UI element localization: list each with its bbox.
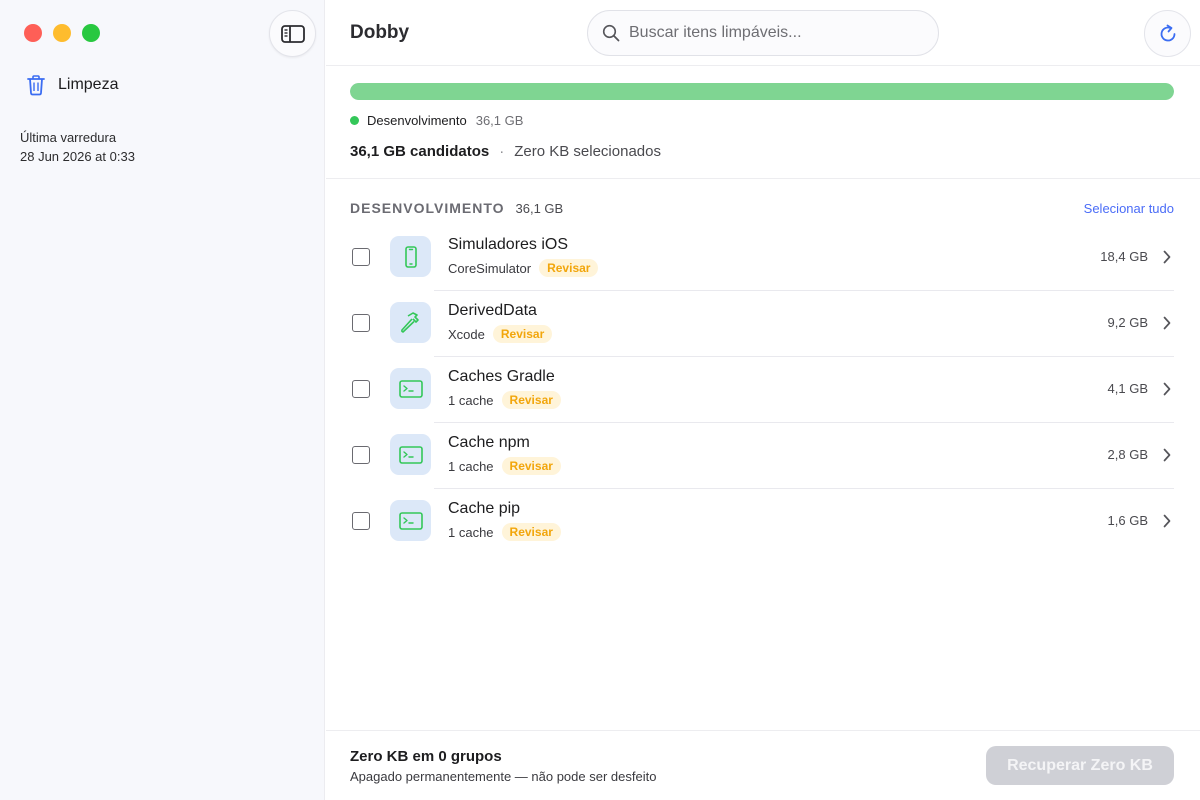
footer-bar: Zero KB em 0 grupos Apagado permanenteme… (326, 730, 1200, 800)
app-window: Limpeza Última varredura 28 Jun 2026 at … (0, 0, 1200, 800)
item-name: Cache pip (448, 500, 521, 517)
item-icon-box (390, 434, 431, 475)
totals: 36,1 GB candidatos · Zero KB selecionado… (350, 143, 1174, 160)
list-item-caches-gradle[interactable]: Caches Gradle 1 cache Revisar 4,1 GB (350, 356, 1174, 422)
review-badge: Revisar (501, 391, 561, 409)
chevron-right-icon[interactable] (1162, 315, 1172, 331)
recover-button[interactable]: Recuperar Zero KB (986, 746, 1174, 785)
item-name: Simuladores iOS (448, 236, 569, 253)
storage-summary: Desenvolvimento 36,1 GB 36,1 GB candidat… (350, 83, 1174, 160)
item-subtitle: 1 cache (448, 524, 494, 540)
permanent-delete-warning: Apagado permanentemente — não pode ser d… (350, 769, 657, 784)
sidebar-toggle-button[interactable] (269, 10, 316, 57)
terminal-icon (398, 379, 423, 398)
search-bar[interactable] (587, 10, 939, 56)
legend-dot (350, 116, 359, 125)
last-scan-value: 28 Jun 2026 at 0:33 (20, 149, 135, 164)
item-checkbox[interactable] (352, 512, 370, 530)
refresh-button[interactable] (1144, 10, 1191, 57)
item-meta: CoreSimulator Revisar (448, 259, 599, 277)
page-title: Dobby (350, 22, 410, 43)
review-badge: Revisar (539, 259, 599, 277)
section-size: 36,1 GB (515, 200, 564, 216)
sidebar: Limpeza Última varredura 28 Jun 2026 at … (0, 0, 325, 800)
review-badge: Revisar (501, 523, 561, 541)
refresh-icon (1160, 24, 1175, 41)
storage-progress-bar (350, 83, 1174, 100)
item-name: DerivedData (448, 302, 537, 319)
item-name: Cache npm (448, 434, 530, 451)
list-item-deriveddata[interactable]: DerivedData Xcode Revisar 9,2 GB (350, 290, 1174, 356)
item-size: 4,1 GB (1107, 381, 1148, 396)
legend-label: Desenvolvimento (367, 113, 467, 128)
item-name: Caches Gradle (448, 368, 555, 385)
last-scan-info: Última varredura 28 Jun 2026 at 0:33 (20, 128, 135, 166)
toolbar: Dobby (326, 0, 1200, 66)
hammer-icon (400, 311, 419, 333)
list-item-simuladores-ios[interactable]: Simuladores iOS CoreSimulator Revisar 18… (350, 224, 1174, 290)
selection-summary: Zero KB em 0 grupos (350, 748, 502, 765)
progress-fill-desenvolvimento (350, 83, 1174, 100)
sidebar-item-label: Limpeza (58, 76, 119, 93)
item-subtitle: Xcode (448, 326, 485, 342)
sidebar-icon (280, 24, 305, 43)
chevron-right-icon[interactable] (1162, 513, 1172, 529)
item-size: 1,6 GB (1107, 513, 1148, 528)
item-size: 18,4 GB (1100, 249, 1148, 264)
sidebar-item-limpeza[interactable]: Limpeza (26, 74, 118, 96)
item-icon-box (390, 500, 431, 541)
select-all-link[interactable]: Selecionar tudo (1084, 201, 1174, 216)
list-item-cache-npm[interactable]: Cache npm 1 cache Revisar 2,8 GB (350, 422, 1174, 488)
item-checkbox[interactable] (352, 314, 370, 332)
legend: Desenvolvimento 36,1 GB (350, 113, 1174, 128)
review-badge: Revisar (492, 325, 553, 343)
close-window-button[interactable] (24, 24, 42, 42)
item-subtitle: 1 cache (448, 392, 494, 408)
terminal-icon (398, 511, 423, 530)
minimize-window-button[interactable] (53, 24, 71, 42)
search-icon (602, 24, 620, 42)
last-scan-label: Última varredura (20, 130, 117, 145)
item-checkbox[interactable] (352, 248, 370, 266)
zoom-window-button[interactable] (82, 24, 100, 42)
item-size: 2,8 GB (1107, 447, 1148, 462)
iphone-icon (404, 245, 417, 268)
item-icon-box (390, 236, 431, 277)
search-input[interactable] (629, 24, 919, 42)
section-title: DESENVOLVIMENTO (350, 200, 505, 216)
review-badge: Revisar (501, 457, 561, 475)
item-meta: Xcode Revisar (448, 325, 553, 343)
item-subtitle: 1 cache (448, 458, 494, 474)
main-content: Dobby Desenvolvimento (326, 0, 1200, 800)
chevron-right-icon[interactable] (1162, 447, 1172, 463)
section-header: DESENVOLVIMENTO 36,1 GB Selecionar tudo (350, 200, 1174, 216)
totals-separator: · (499, 143, 505, 160)
item-meta: 1 cache Revisar (448, 391, 561, 409)
chevron-right-icon[interactable] (1162, 381, 1172, 397)
legend-size: 36,1 GB (475, 113, 524, 128)
selected-total: Zero KB selecionados (514, 143, 661, 160)
candidates-total: 36,1 GB candidatos (350, 143, 490, 160)
item-icon-box (390, 368, 431, 409)
item-subtitle: CoreSimulator (448, 260, 532, 276)
chevron-right-icon[interactable] (1162, 249, 1172, 265)
item-size: 9,2 GB (1107, 315, 1148, 330)
window-controls (24, 24, 100, 42)
item-checkbox[interactable] (352, 446, 370, 464)
trash-icon (27, 75, 45, 96)
terminal-icon (398, 445, 423, 464)
divider (326, 178, 1200, 179)
item-checkbox[interactable] (352, 380, 370, 398)
list-item-cache-pip[interactable]: Cache pip 1 cache Revisar 1,6 GB (350, 488, 1174, 554)
item-icon-box (390, 302, 431, 343)
item-meta: 1 cache Revisar (448, 523, 561, 541)
item-meta: 1 cache Revisar (448, 457, 561, 475)
item-list: Simuladores iOS CoreSimulator Revisar 18… (350, 224, 1174, 554)
